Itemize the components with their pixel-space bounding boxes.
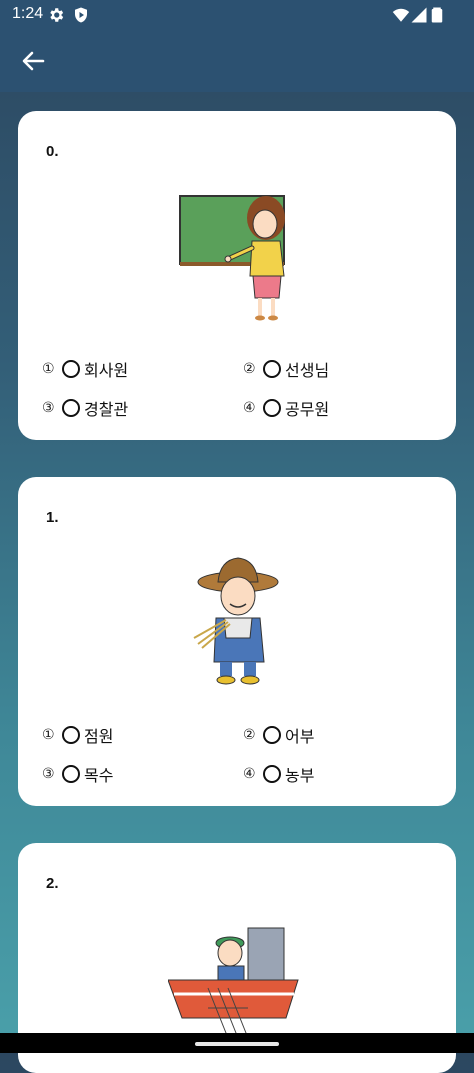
- teacher-illustration: [179, 195, 285, 321]
- option-number: ④: [243, 400, 256, 416]
- option-label: 어부: [285, 727, 315, 746]
- signal-icon: [411, 7, 427, 23]
- option-number: ④: [243, 766, 256, 782]
- option-number: ②: [243, 727, 256, 743]
- radio-button[interactable]: [62, 765, 80, 783]
- option-number: ①: [42, 361, 55, 377]
- question-card: 0. ① 회사원 ② 선생님 ③ 경찰관 ④ 공무원: [18, 111, 456, 440]
- option-4[interactable]: ④ 공무원: [243, 395, 329, 421]
- question-card: 1. ① 점원 ② 어부 ③ 목수 ④ 농부: [18, 477, 456, 806]
- option-label: 공무원: [285, 400, 330, 419]
- app-bar: [0, 30, 474, 92]
- option-number: ②: [243, 361, 256, 377]
- radio-button[interactable]: [263, 360, 281, 378]
- arrow-left-icon[interactable]: [16, 44, 50, 78]
- option-1[interactable]: ① 회사원: [42, 356, 128, 382]
- home-gesture-bar[interactable]: [195, 1042, 279, 1046]
- radio-button[interactable]: [62, 726, 80, 744]
- option-label: 점원: [84, 727, 114, 746]
- battery-icon: [431, 7, 443, 23]
- status-bar: 1:24: [0, 0, 474, 30]
- navigation-bar: [0, 1033, 474, 1053]
- option-3[interactable]: ③ 경찰관: [42, 395, 128, 421]
- option-label: 목수: [84, 766, 114, 785]
- radio-button[interactable]: [263, 399, 281, 417]
- option-2[interactable]: ② 선생님: [243, 356, 329, 382]
- option-1[interactable]: ① 점원: [42, 722, 113, 748]
- option-4[interactable]: ④ 농부: [243, 761, 314, 787]
- wifi-icon: [392, 8, 410, 22]
- option-3[interactable]: ③ 목수: [42, 761, 113, 787]
- shield-icon: [75, 7, 87, 23]
- radio-button[interactable]: [62, 360, 80, 378]
- farmer-illustration: [193, 557, 279, 685]
- radio-button[interactable]: [263, 765, 281, 783]
- option-2[interactable]: ② 어부: [243, 722, 314, 748]
- status-time: 1:24: [12, 5, 44, 22]
- question-number: 2.: [46, 875, 59, 892]
- option-label: 회사원: [84, 361, 129, 380]
- question-number: 0.: [46, 143, 59, 160]
- radio-button[interactable]: [62, 399, 80, 417]
- option-number: ③: [42, 766, 55, 782]
- option-label: 경찰관: [84, 400, 129, 419]
- radio-button[interactable]: [263, 726, 281, 744]
- question-number: 1.: [46, 509, 59, 526]
- option-number: ①: [42, 727, 55, 743]
- option-number: ③: [42, 400, 55, 416]
- gear-icon: [50, 8, 64, 22]
- option-label: 선생님: [285, 361, 330, 380]
- option-label: 농부: [285, 766, 315, 785]
